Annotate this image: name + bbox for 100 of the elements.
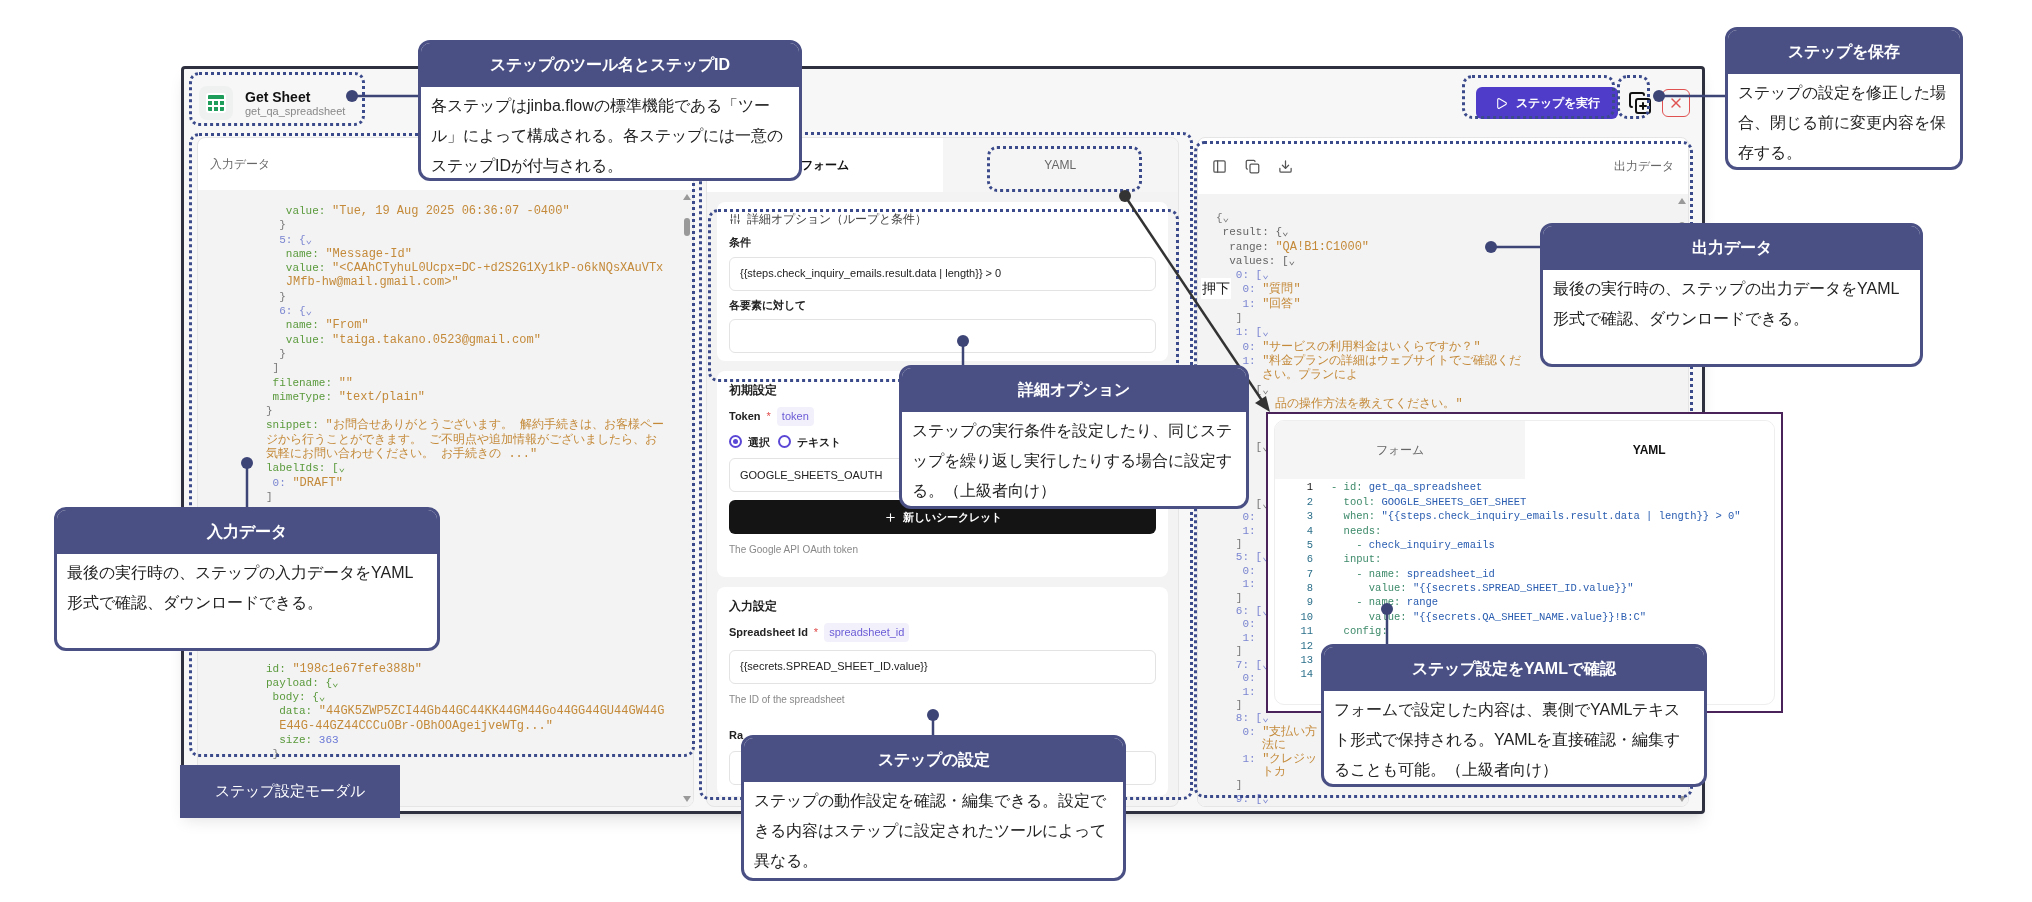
radio-label: 選択 xyxy=(748,434,770,450)
section-title: 初期設定 xyxy=(729,382,777,399)
line-number: 6 xyxy=(1305,552,1313,568)
press-label: 押下 xyxy=(1201,278,1231,299)
code-line: - name: spreadsheet_id xyxy=(1355,566,1495,582)
code-line: name: "From" xyxy=(285,318,369,333)
code-line: 0: "DRAFT" xyxy=(272,475,343,490)
callout-text: 最後の実行時の、ステップの入力データをYAML形式で確認、ダウンロードできる。 xyxy=(66,563,415,613)
code-line: data: "44GK5ZWP5ZCI44Gb44GC44KK44GM44Go44GG44GU44GW44GE44G-44GZ44CCCuOBr-OBhOOAgeijveWTg..." xyxy=(279,704,666,733)
callout-title: ステップ設定をYAMLで確認 xyxy=(1324,647,1704,691)
hint-text: The Google API OAuth token xyxy=(729,543,858,557)
code-line: 1: xyxy=(1242,685,1257,699)
line-number: 7 xyxy=(1305,566,1313,582)
code-line: 0: [⌄ xyxy=(1235,268,1269,283)
line-number: 5 xyxy=(1305,537,1313,553)
line-number: 10 xyxy=(1299,609,1313,625)
code-line: } xyxy=(279,218,286,233)
callout-text: ステップの動作設定を確認・編集できる。設定できる内容はステップに設定されたツールによって異なる。 xyxy=(753,791,1107,871)
code-line: config: xyxy=(1342,624,1388,640)
code-line: 1: xyxy=(1242,631,1257,646)
hint-text: The ID of the spreadsheet xyxy=(729,692,845,707)
code-line: tool: GOOGLE_SHEETS_GET_SHEET xyxy=(1342,494,1527,510)
code-line: 1: "クレジットカ xyxy=(1242,752,1319,780)
code-line: id: "198c1e67fefe388b" xyxy=(266,661,423,676)
line-number: 13 xyxy=(1299,653,1313,668)
code-line: value: "{{secrets.SPREAD_SHEET_ID.value}}" xyxy=(1367,581,1634,597)
code-line: - check_inquiry_emails xyxy=(1355,537,1495,553)
code-line: 品の操作方法を教えてください。" xyxy=(1275,396,1463,412)
step-id: get_qa_spreadsheet xyxy=(245,104,346,118)
code-line: labelIds: [⌄ xyxy=(266,461,346,476)
callout-title: ステップを保存 xyxy=(1728,30,1960,74)
panel-title: 出力データ xyxy=(1614,158,1674,175)
callout-text: ステップの設定を修正した場合、閉じる前に変更内容を保存する。 xyxy=(1737,83,1947,163)
code-line: 1: xyxy=(1242,524,1257,539)
line-number: 3 xyxy=(1305,509,1313,525)
code-line: ] xyxy=(266,489,273,505)
code-line: 0: xyxy=(1242,618,1257,632)
callout-text: 最後の実行時の、ステップの出力データをYAML形式で確認、ダウンロードできる。 xyxy=(1552,279,1901,329)
code-line: needs: xyxy=(1342,523,1382,539)
code-line: filename: "" xyxy=(272,375,354,390)
code-line: ] xyxy=(272,361,280,376)
code-line: 0: "サービスの利用料金はいくらですか？" xyxy=(1242,339,1481,354)
required-mark: * xyxy=(766,409,771,424)
code-line: 5: {⌄ xyxy=(279,232,313,247)
key-tag: token xyxy=(776,407,814,426)
code-line: when: "{{steps.check_inquiry_emails.result.data | length}} > 0" xyxy=(1342,509,1741,525)
code-line: - id: get_qa_spreadsheet xyxy=(1331,480,1483,496)
line-number: 2 xyxy=(1305,494,1313,510)
code-line: range: "QA!B1:C1000" xyxy=(1229,239,1370,254)
code-line: } xyxy=(279,289,286,305)
code-line: 0: "質問" xyxy=(1242,282,1301,297)
code-line: 8: [⌄ xyxy=(1235,712,1269,726)
code-line: value: "taiga.takano.0523@gmail.com" xyxy=(285,332,541,347)
section-title: 詳細オプション（ループと条件） xyxy=(747,211,927,228)
panel-title: 入力データ xyxy=(210,156,270,173)
field-label: 条件 xyxy=(729,235,751,250)
line-number: 9 xyxy=(1305,595,1313,611)
section-title: 入力設定 xyxy=(729,598,777,615)
code-line: ] xyxy=(1235,538,1244,552)
code-line: name: "Message-Id" xyxy=(285,246,412,262)
code-line: mimeType: "text/plain" xyxy=(272,389,426,405)
code-line: } xyxy=(266,404,273,419)
code-line: } xyxy=(272,747,280,762)
code-line: result: {⌄ xyxy=(1222,225,1289,240)
line-number: 1 xyxy=(1305,480,1313,496)
modal-label: ステップ設定モーダル xyxy=(180,765,400,818)
code-line: value: "Tue, 19 Aug 2025 06:36:07 -0400" xyxy=(285,204,570,219)
line-number: 11 xyxy=(1299,624,1313,640)
code-line: value: "<CAAhCTyhuL0Ucpx=DC-+d2S2G1Xy1kP-o6kNQsXAuVTxJMfb-hw@mail.gmail.com>" xyxy=(285,261,665,290)
code-line: ] xyxy=(1235,311,1244,326)
step-title: Get Sheet xyxy=(245,88,312,105)
code-line: ] xyxy=(1235,779,1244,793)
code-line: input: xyxy=(1342,552,1382,568)
code-line: - name: range xyxy=(1355,595,1439,611)
field-label: 各要素に対して xyxy=(729,297,806,313)
callout-title: ステップの設定 xyxy=(744,738,1123,782)
required-mark: * xyxy=(813,625,819,640)
code-line: ] xyxy=(1235,698,1244,713)
field-label: Spreadsheet Id xyxy=(729,625,808,640)
key-tag: spreadsheet_id xyxy=(824,623,910,642)
code-line: 1: [⌄ xyxy=(1235,325,1270,340)
line-number: 4 xyxy=(1305,523,1313,539)
code-line: 9: [⌄ xyxy=(1235,792,1270,806)
callout-title: 入力データ xyxy=(57,510,437,554)
line-number: 14 xyxy=(1299,667,1313,683)
code-line: body: {⌄ xyxy=(272,690,326,705)
code-line: 0: "支払い方法に xyxy=(1242,725,1319,753)
code-line: {⌄ xyxy=(1216,211,1231,226)
code-line: payload: {⌄ xyxy=(266,675,339,691)
field-label: Ra xyxy=(729,727,744,743)
code-line: } xyxy=(279,346,286,362)
code-line: size: 363 xyxy=(279,733,339,748)
callout-title: ステップのツール名とステップID xyxy=(421,43,799,87)
field-label: Token xyxy=(729,409,761,424)
code-line: 1: "回答" xyxy=(1242,296,1301,312)
code-line: 6: {⌄ xyxy=(279,304,313,319)
code-line: snippet: "お問合せありがとうございます。 解約手続きは、お客様ページから行うことができます。 ご不明点や追加情報がございましたら、お気軽にお問い合わせください。 お手続きの ..." xyxy=(266,418,665,462)
code-line: ] xyxy=(1235,591,1244,606)
code-line: 0: xyxy=(1242,564,1257,579)
code-line: 0: xyxy=(1242,672,1257,686)
